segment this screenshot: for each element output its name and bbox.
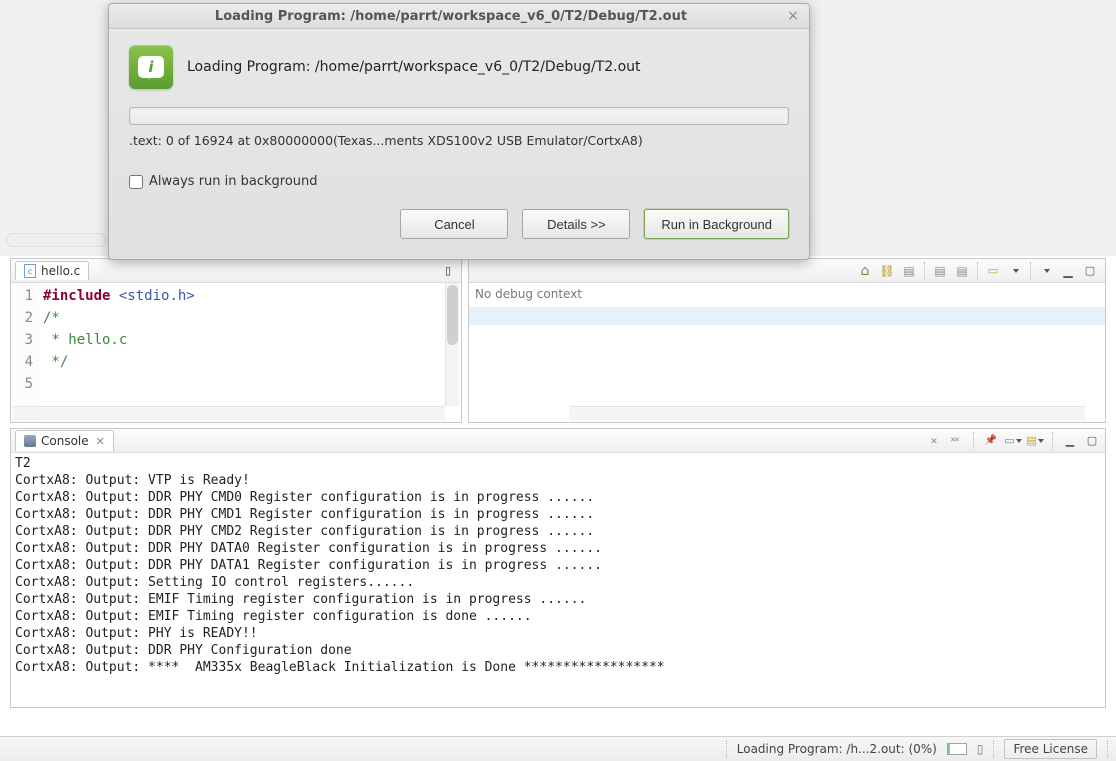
view2-icon[interactable] [952, 262, 972, 280]
editor-vertical-scrollbar[interactable] [445, 283, 459, 406]
minimize-icon[interactable] [1058, 262, 1078, 280]
separator [1052, 432, 1053, 450]
separator [1030, 262, 1031, 280]
loading-dialog: Loading Program: /home/parrt/workspace_v… [108, 3, 810, 260]
separator [924, 262, 925, 280]
gutter: 1 2 3 4 5 [11, 283, 39, 422]
status-loading: Loading Program: /h...2.out: (0%) [737, 742, 937, 756]
console-output[interactable]: T2 CortxA8: Output: VTP is Ready! CortxA… [11, 453, 1105, 707]
top-scrollbar[interactable] [6, 233, 106, 247]
progress-bar [129, 107, 789, 125]
editor-tab-hello[interactable]: c hello.c [15, 261, 89, 280]
c-file-icon: c [24, 264, 36, 278]
cancel-button[interactable]: Cancel [400, 209, 508, 239]
console-tab-label: Console [41, 434, 89, 448]
console-tab[interactable]: Console ✕ [15, 430, 114, 451]
columns-icon[interactable] [899, 262, 919, 280]
view1-icon[interactable] [930, 262, 950, 280]
status-progress-view-icon[interactable] [977, 742, 984, 756]
selection-highlight [469, 307, 1105, 325]
dialog-heading: Loading Program: /home/parrt/workspace_v… [187, 59, 641, 75]
status-progress-mini[interactable] [947, 743, 967, 755]
separator [977, 262, 978, 280]
remove-all-launch-icon[interactable] [947, 432, 965, 450]
remove-launch-icon[interactable] [925, 432, 943, 450]
always-background-label[interactable]: Always run in background [149, 174, 318, 189]
maximize-icon[interactable] [1080, 262, 1100, 280]
details-button[interactable]: Details >> [522, 209, 630, 239]
debug-pane: No debug context [468, 258, 1106, 423]
editor-tab-label: hello.c [41, 264, 80, 278]
debug-horizontal-scrollbar[interactable] [569, 406, 1085, 420]
info-icon: i [129, 45, 173, 89]
no-debug-label: No debug context [469, 283, 1105, 305]
editor-horizontal-scrollbar[interactable] [13, 406, 445, 420]
run-in-background-button[interactable]: Run in Background [644, 209, 789, 239]
separator [726, 740, 727, 758]
new-tab-icon[interactable] [983, 262, 1003, 280]
close-icon[interactable]: × [785, 8, 801, 24]
status-bar: Loading Program: /h...2.out: (0%) Free L… [0, 736, 1116, 761]
link-icon[interactable] [877, 262, 897, 280]
open-console-icon[interactable] [1026, 432, 1044, 450]
dialog-title: Loading Program: /home/parrt/workspace_v… [117, 9, 785, 24]
view-menu-icon[interactable] [1036, 262, 1056, 280]
license-button[interactable]: Free License [1004, 739, 1097, 759]
console-minimize-icon[interactable] [1061, 432, 1079, 450]
code-area[interactable]: 1 2 3 4 5 #include <stdio.h> /* * hello.… [11, 283, 461, 422]
pin-icon[interactable] [982, 432, 1000, 450]
editor-tab-row: c hello.c ▯ [11, 259, 461, 283]
separator [1107, 740, 1108, 758]
tab-close-icon[interactable]: ✕ [96, 435, 105, 448]
console-tab-row: Console ✕ [11, 429, 1105, 453]
editor-partial-tab-icon[interactable]: ▯ [439, 262, 457, 280]
dialog-titlebar[interactable]: Loading Program: /home/parrt/workspace_v… [109, 4, 809, 29]
display-selected-icon[interactable] [1004, 432, 1022, 450]
always-background-checkbox[interactable] [129, 175, 143, 189]
home-icon[interactable] [855, 262, 875, 280]
console-pane: Console ✕ T2 CortxA8: Output: VTP is Rea… [10, 428, 1106, 708]
console-maximize-icon[interactable] [1083, 432, 1101, 450]
separator [973, 432, 974, 450]
code: #include <stdio.h> /* * hello.c */ [39, 283, 195, 422]
progress-text: .text: 0 of 16924 at 0x80000000(Texas...… [129, 133, 789, 148]
editor-pane: c hello.c ▯ 1 2 3 4 5 #include <stdio.h>… [10, 258, 462, 423]
separator [993, 740, 994, 758]
console-icon [24, 435, 36, 447]
debug-toolbar [469, 259, 1105, 283]
dropdown-icon[interactable] [1005, 262, 1025, 280]
